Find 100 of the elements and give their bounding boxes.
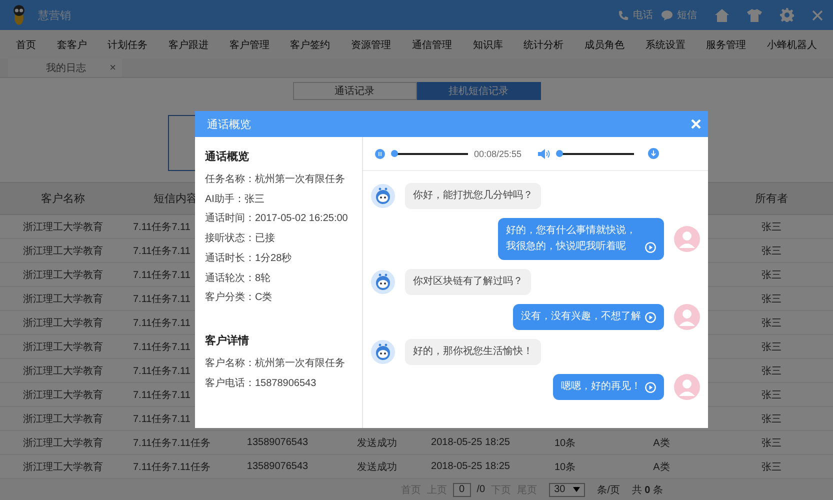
table-cell-text: 浙江理工大学教育 xyxy=(23,412,103,426)
table-cell-text: 7.11任务7.11 xyxy=(133,412,190,426)
user-avatar-icon xyxy=(674,304,700,330)
nav-item[interactable]: 通信管理 xyxy=(412,38,452,52)
table-cell: 13589076543 xyxy=(246,437,308,448)
table-cell-text: 浙江理工大学教育 xyxy=(23,436,103,450)
table-cell-text: 浙江理工大学教育 xyxy=(23,460,103,474)
page-tab-label: 我的日志 xyxy=(46,62,86,75)
bot-message: 你对区块链有了解过吗？ xyxy=(405,269,531,295)
download-icon[interactable] xyxy=(648,148,659,159)
shirt-icon[interactable] xyxy=(747,8,762,22)
table-cell-text: 7.11任务7.11 xyxy=(133,244,190,258)
detail-field: 客户分类：C类 xyxy=(205,288,272,308)
table-cell-text: 7.11任务7.11 xyxy=(133,388,190,402)
table-cell-text: 10条 xyxy=(554,460,576,474)
total-pages: /0 xyxy=(476,484,486,495)
nav-item[interactable]: 小蜂机器人 xyxy=(766,38,817,52)
table-cell: 2018-05-25 18:25 xyxy=(431,461,510,472)
play-icon[interactable] xyxy=(645,382,656,393)
table-cell-text: 浙江理工大学教育 xyxy=(23,340,103,354)
play-pause-icon[interactable] xyxy=(375,148,385,158)
column-header: 所有者 xyxy=(755,192,788,206)
detail-field: 客户电话：15878906543 xyxy=(205,374,316,394)
nav-item[interactable]: 客户跟进 xyxy=(168,38,209,52)
robot-avatar-icon xyxy=(371,270,395,294)
table-cell-text: 7.11任务7.11 xyxy=(133,316,190,330)
table-cell-text: 张三 xyxy=(762,220,782,234)
table-cell-text: 张三 xyxy=(762,364,782,378)
nav-item[interactable]: 知识库 xyxy=(472,38,503,52)
detail-field: 客户名称：杭州第一次有限任务 xyxy=(205,354,345,374)
per-page-label: 条/页 xyxy=(597,484,620,496)
close-icon[interactable] xyxy=(691,119,701,129)
dialog-title: 通话概览 xyxy=(207,118,251,132)
table-cell-text: 7.11任务7.11任务 xyxy=(133,460,210,474)
table-cell-text: A类 xyxy=(653,460,670,474)
detail-field: AI助手：张三 xyxy=(205,190,264,210)
message-text: 没有，没有兴趣，不想了解 xyxy=(521,310,641,324)
app-title: 慧营销 xyxy=(38,8,71,22)
table-cell-text: 张三 xyxy=(762,388,782,402)
table-cell-text: A类 xyxy=(653,436,670,450)
nav-item[interactable]: 客户管理 xyxy=(229,38,270,52)
table-cell-text: 张三 xyxy=(762,292,782,306)
home-icon[interactable] xyxy=(715,8,729,22)
table-cell-text: 浙江理工大学教育 xyxy=(23,316,103,330)
play-icon[interactable] xyxy=(645,312,656,323)
close-icon[interactable] xyxy=(812,10,823,20)
table-cell-text: 张三 xyxy=(762,460,782,474)
detail-field: 通话轮次：8轮 xyxy=(205,268,271,288)
nav-item[interactable]: 客户签约 xyxy=(290,38,330,52)
table-cell-text: 张三 xyxy=(762,340,782,354)
settings-icon[interactable] xyxy=(780,8,794,22)
page-size-select[interactable]: 30 xyxy=(549,482,586,496)
robot-avatar-icon xyxy=(371,184,395,208)
page-input[interactable]: 0 xyxy=(452,482,471,496)
table-cell-text: 发送成功 xyxy=(357,460,397,474)
table-cell-text: 张三 xyxy=(762,436,782,450)
nav-item[interactable]: 系统设置 xyxy=(645,38,686,52)
nav-item[interactable]: 资源管理 xyxy=(351,38,392,52)
record-tab[interactable]: 挂机短信记录 xyxy=(416,82,540,100)
message-text: 嗯嗯，好的再见！ xyxy=(561,380,641,394)
close-tab-button[interactable]: × xyxy=(110,62,116,74)
table-cell-text: 浙江理工大学教育 xyxy=(23,220,103,234)
table-cell-text: 7.11任务7.11任务 xyxy=(133,436,210,450)
slider-thumb[interactable] xyxy=(390,150,398,157)
play-icon[interactable] xyxy=(645,242,656,253)
nav-item[interactable]: 统计分析 xyxy=(524,38,564,52)
caret-icon xyxy=(573,487,580,492)
playback-time: 00:08/25:55 xyxy=(474,148,522,158)
nav-item[interactable]: 成员角色 xyxy=(584,38,624,52)
total-count: 共 0 条 xyxy=(632,484,663,496)
column-header: 客户名称 xyxy=(41,192,85,206)
table-cell-text: 浙江理工大学教育 xyxy=(23,244,103,258)
page-tab[interactable]: 我的日志 × xyxy=(8,59,122,77)
table-cell-text: 浙江理工大学教育 xyxy=(23,388,103,402)
table-cell-text: 10条 xyxy=(554,436,576,450)
nav-item[interactable]: 套客户 xyxy=(56,38,87,52)
bot-message: 你好，能打扰您几分钟吗？ xyxy=(405,183,541,209)
table-cell-text: 浙江理工大学教育 xyxy=(23,268,103,282)
user-avatar-icon xyxy=(674,226,700,252)
record-tab[interactable]: 通话记录 xyxy=(292,82,416,100)
detail-field: 通话时长：1分28秒 xyxy=(205,248,292,269)
slider-thumb[interactable] xyxy=(556,150,564,157)
table-cell-text: 7.11任务7.11 xyxy=(133,220,190,234)
table-cell: 2018-05-25 18:25 xyxy=(431,437,510,448)
phone-icon xyxy=(618,10,629,20)
section-heading: 客户详情 xyxy=(205,334,250,348)
table-cell-text: 张三 xyxy=(762,268,782,282)
table-cell-text: 浙江理工大学教育 xyxy=(23,292,103,306)
table-cell-text: 7.11任务7.11 xyxy=(133,340,190,354)
speaker-icon[interactable] xyxy=(538,148,550,158)
table-cell-text: 7.11任务7.11 xyxy=(133,292,190,306)
nav-item[interactable]: 首页 xyxy=(16,38,36,52)
table-cell-text: 7.11任务7.11 xyxy=(133,268,190,282)
chat-bubble-icon xyxy=(661,10,673,20)
message-text: 好的，您有什么事情就快说，我很急的，快说吧我听着呢 xyxy=(506,224,637,254)
bot-message: 好的，那你祝您生活愉快！ xyxy=(405,339,541,365)
detail-field: 任务名称：杭州第一次有限任务 xyxy=(205,170,345,190)
nav-item[interactable]: 计划任务 xyxy=(108,38,148,52)
nav-item[interactable]: 服务管理 xyxy=(706,38,746,52)
table-cell: 13589076543 xyxy=(246,461,308,472)
